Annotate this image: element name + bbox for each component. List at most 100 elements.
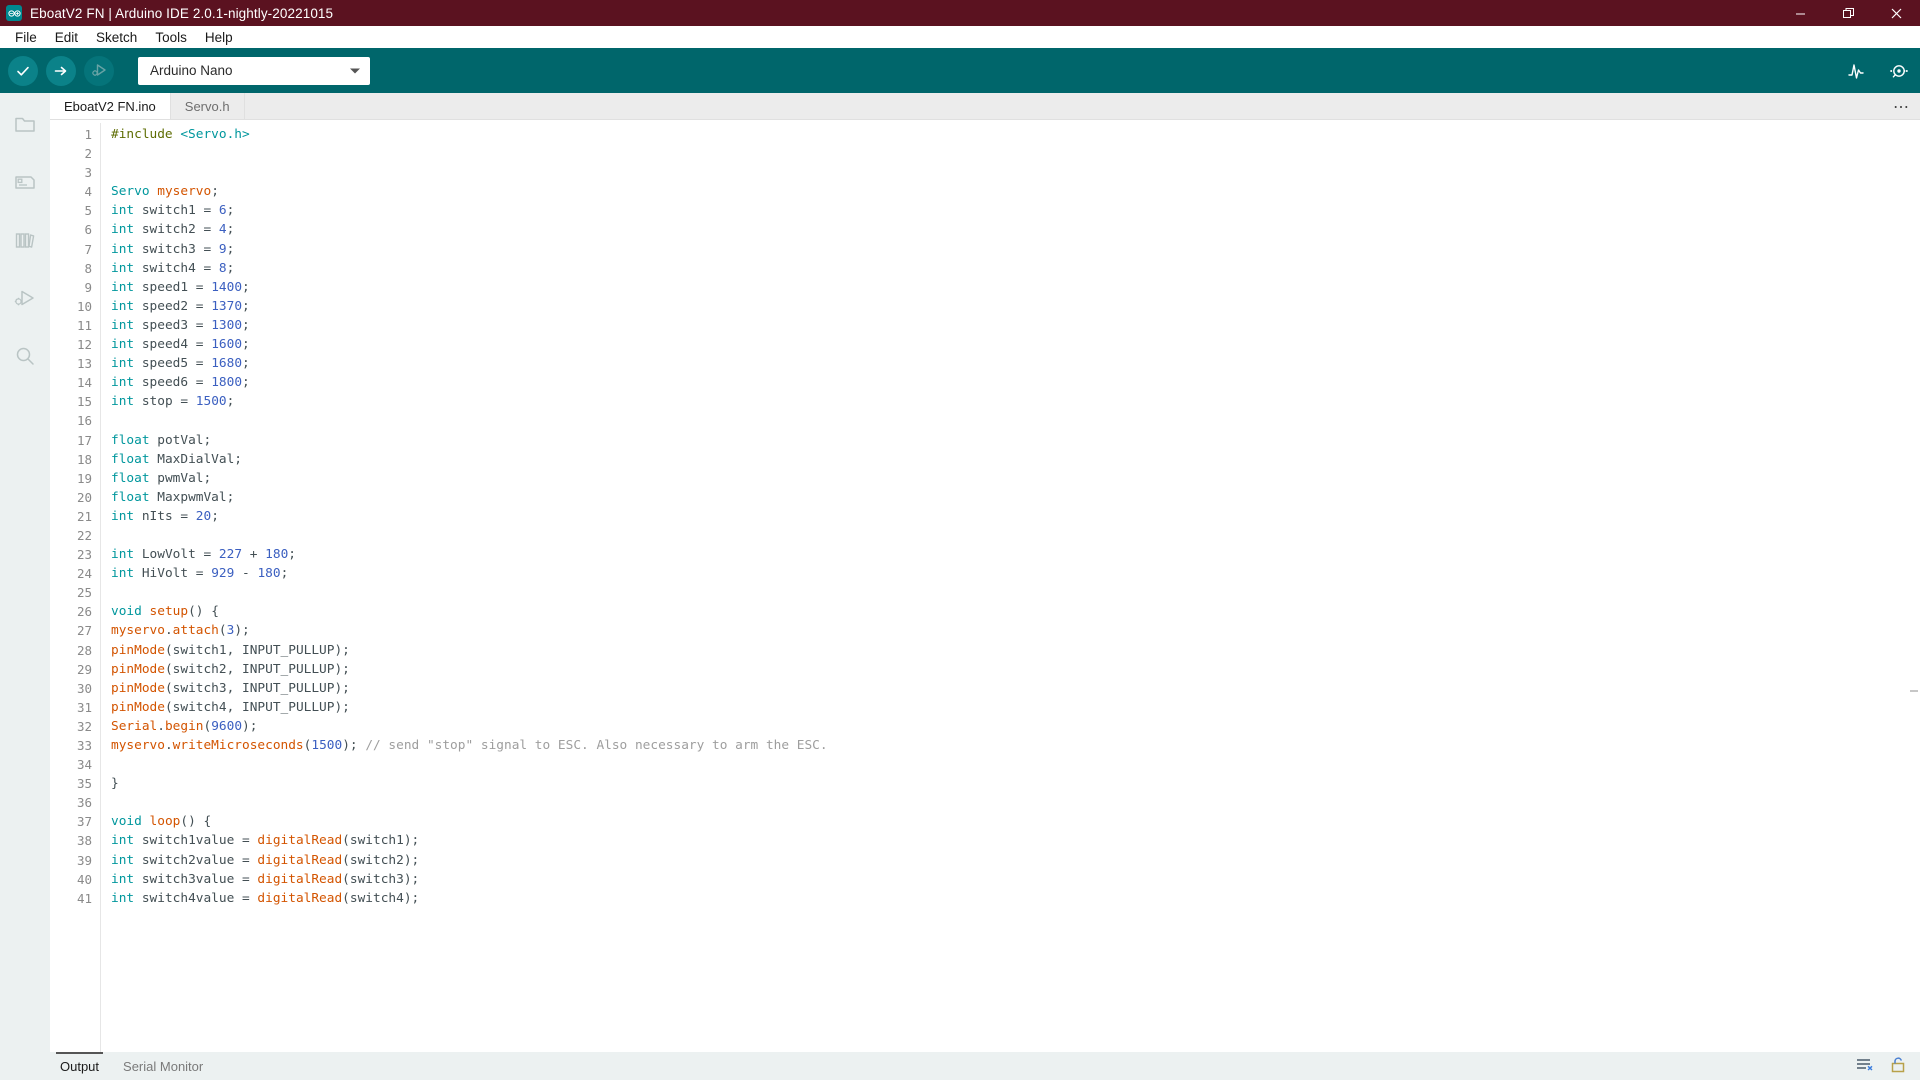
code-line[interactable]: int speed1 = 1400;: [111, 278, 1920, 297]
tab-servo-h[interactable]: Servo.h: [170, 93, 245, 119]
code-line[interactable]: [111, 526, 1920, 545]
code-line[interactable]: pinMode(switch2, INPUT_PULLUP);: [111, 660, 1920, 679]
code-line[interactable]: Serial.begin(9600);: [111, 717, 1920, 736]
line-number: 12: [76, 337, 92, 353]
menu-edit[interactable]: Edit: [46, 28, 87, 47]
code-line[interactable]: pinMode(switch1, INPUT_PULLUP);: [111, 641, 1920, 660]
line-number: 34: [76, 757, 92, 773]
verify-button[interactable]: [8, 55, 38, 86]
panel-tab-output[interactable]: Output: [48, 1052, 111, 1080]
code-line[interactable]: [111, 411, 1920, 430]
menu-file[interactable]: File: [6, 28, 46, 47]
debug-button[interactable]: [84, 55, 114, 86]
line-number: 29: [76, 661, 92, 677]
code-line[interactable]: int speed3 = 1300;: [111, 316, 1920, 335]
maximize-button[interactable]: [1824, 0, 1872, 26]
code-line[interactable]: void setup() {: [111, 602, 1920, 621]
clear-output-icon[interactable]: [1856, 1057, 1874, 1075]
line-number: 8: [84, 260, 92, 276]
line-number: 1: [84, 127, 92, 142]
code-line[interactable]: int nIts = 20;: [111, 507, 1920, 526]
line-number: 18: [76, 451, 92, 467]
line-number: 14: [76, 375, 92, 391]
line-number: 25: [76, 585, 92, 601]
code-line[interactable]: [111, 583, 1920, 602]
code-line[interactable]: int switch1 = 6;: [111, 201, 1920, 220]
board-selector[interactable]: Arduino Nano: [138, 56, 370, 85]
close-button[interactable]: [1872, 0, 1920, 26]
code-line[interactable]: Servo myservo;: [111, 182, 1920, 201]
code-line[interactable]: float potVal;: [111, 431, 1920, 450]
main-toolbar: Arduino Nano: [0, 48, 1920, 93]
line-number: 4: [84, 184, 92, 200]
code-line[interactable]: pinMode(switch3, INPUT_PULLUP);: [111, 679, 1920, 698]
code-line[interactable]: int speed2 = 1370;: [111, 297, 1920, 316]
code-line[interactable]: }: [111, 774, 1920, 793]
upload-button[interactable]: [46, 55, 76, 86]
autoscroll-lock-icon[interactable]: [1890, 1056, 1906, 1076]
code-editor[interactable]: 1 2 3 4 5 6 7 8 9 10 11 12 13 14 15 16 17 18 19 20 21 22 23 24 2…: [50, 120, 1920, 1052]
panel-tab-bar: Output Serial Monitor: [0, 1052, 1920, 1080]
sidebar-item-sketchbook[interactable]: [10, 109, 40, 139]
code-line[interactable]: [111, 793, 1920, 812]
code-line[interactable]: int LowVolt = 227 + 180;: [111, 545, 1920, 564]
code-line[interactable]: [111, 755, 1920, 774]
line-number: 5: [84, 203, 92, 219]
code-line[interactable]: float pwmVal;: [111, 469, 1920, 488]
code-line[interactable]: int switch1value = digitalRead(switch1);: [111, 831, 1920, 850]
code-line[interactable]: int stop = 1500;: [111, 392, 1920, 411]
line-number: 36: [76, 795, 92, 811]
code-line[interactable]: float MaxDialVal;: [111, 450, 1920, 469]
line-number: 26: [76, 604, 92, 620]
serial-monitor-icon[interactable]: [1888, 61, 1910, 81]
line-number: 32: [76, 718, 92, 734]
line-number: 38: [76, 833, 92, 849]
window-title: EboatV2 FN | Arduino IDE 2.0.1-nightly-2…: [30, 5, 334, 21]
sidebar-item-search[interactable]: [10, 341, 40, 371]
menu-sketch[interactable]: Sketch: [87, 28, 146, 47]
panel-tab-serial-monitor[interactable]: Serial Monitor: [111, 1052, 215, 1080]
tab-overflow-menu-icon[interactable]: ⋯: [1893, 93, 1910, 120]
menu-bar: File Edit Sketch Tools Help: [0, 26, 1920, 48]
board-selector-label: Arduino Nano: [150, 63, 233, 78]
line-number: 23: [76, 547, 92, 563]
minimize-button[interactable]: [1776, 0, 1824, 26]
code-line[interactable]: int switch2value = digitalRead(switch2);: [111, 851, 1920, 870]
code-line[interactable]: int switch4value = digitalRead(switch4);: [111, 889, 1920, 908]
panel-tools: [1856, 1056, 1906, 1076]
code-line[interactable]: int speed6 = 1800;: [111, 373, 1920, 392]
code-line[interactable]: void loop() {: [111, 812, 1920, 831]
code-line[interactable]: #include <Servo.h>: [111, 125, 1920, 144]
window-controls: [1776, 0, 1920, 26]
serial-plotter-icon[interactable]: [1846, 61, 1866, 81]
code-line[interactable]: [111, 163, 1920, 182]
tab-eboatv2-fn-ino[interactable]: EboatV2 FN.ino: [50, 93, 171, 119]
chevron-down-icon: [350, 68, 360, 73]
sidebar-item-boards-manager[interactable]: [10, 167, 40, 197]
code-line[interactable]: myservo.attach(3);: [111, 621, 1920, 640]
code-line[interactable]: float MaxpwmVal;: [111, 488, 1920, 507]
code-content[interactable]: #include <Servo.h> Servo myservo; int swi…: [101, 120, 1920, 1052]
menu-help[interactable]: Help: [196, 28, 242, 47]
sidebar-item-debug[interactable]: [10, 283, 40, 313]
code-line[interactable]: [111, 144, 1920, 163]
line-number: 15: [76, 394, 92, 410]
code-line[interactable]: pinMode(switch4, INPUT_PULLUP);: [111, 698, 1920, 717]
editor-scrollbar[interactable]: [1910, 690, 1918, 692]
code-line[interactable]: int switch3 = 9;: [111, 240, 1920, 259]
line-number: 39: [76, 852, 92, 868]
menu-tools[interactable]: Tools: [146, 28, 196, 47]
code-line[interactable]: myservo.writeMicroseconds(1500); // send…: [111, 736, 1920, 755]
code-line[interactable]: int HiVolt = 929 - 180;: [111, 564, 1920, 583]
line-number: 31: [76, 699, 92, 715]
line-number: 9: [84, 279, 92, 295]
bottom-panel: Output Serial Monitor: [0, 1052, 1920, 1080]
line-number-gutter: 1 2 3 4 5 6 7 8 9 10 11 12 13 14 15 16 17 18 19 20 21 22 23 24 2…: [50, 120, 100, 1052]
editor-tab-bar: EboatV2 FN.ino Servo.h ⋯: [50, 93, 1920, 120]
code-line[interactable]: int switch3value = digitalRead(switch3);: [111, 870, 1920, 889]
code-line[interactable]: int speed5 = 1680;: [111, 354, 1920, 373]
code-line[interactable]: int switch4 = 8;: [111, 259, 1920, 278]
sidebar-item-library-manager[interactable]: [10, 225, 40, 255]
code-line[interactable]: int speed4 = 1600;: [111, 335, 1920, 354]
code-line[interactable]: int switch2 = 4;: [111, 220, 1920, 239]
